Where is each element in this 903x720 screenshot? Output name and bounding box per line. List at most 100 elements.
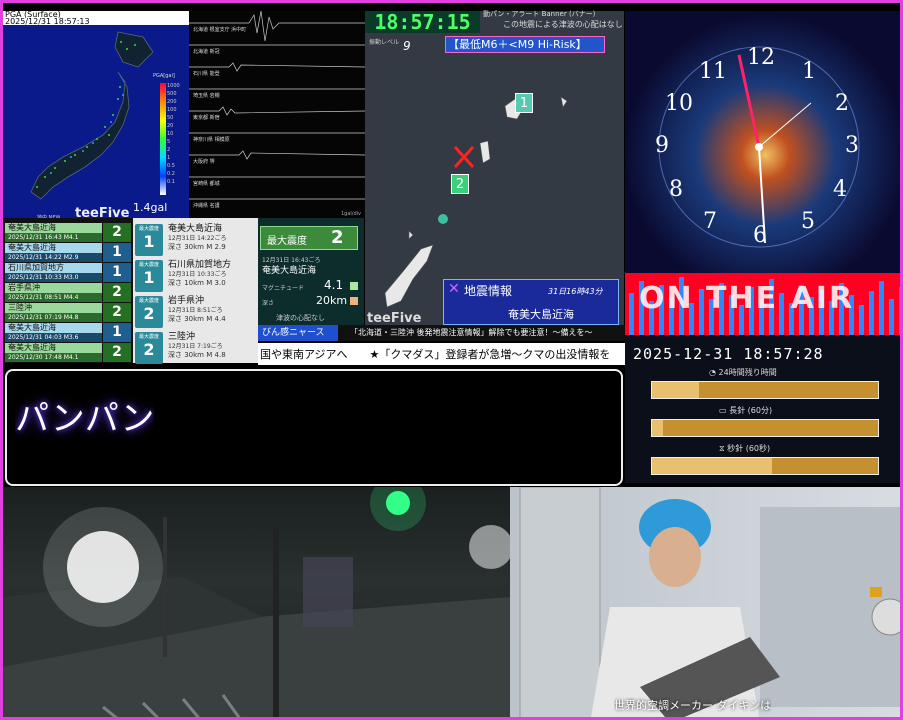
clock-number: 2 [835,91,849,116]
list-item-meta: 2025/12/30 17:48 M4.1 [5,353,102,362]
list-item-meta: 2025/12/31 04:03 M3.6 [5,333,102,342]
list-item-place: 奄美大島近海 [5,243,102,253]
detail-time: 12月31日 10:33ごろ [168,271,227,278]
list-item-meta: 2025/12/31 08:51 M4.4 [5,293,102,302]
gauge-label: ⧖ 秒針 (60秒) [719,444,771,453]
clock-number: 7 [703,209,717,234]
map-marker: 1 [515,93,533,113]
pga-scale-label: 1 [167,155,171,161]
gauge-label: ◔ 24時間残り時間 [709,368,777,377]
detail-depth-mag: 深さ 10km M 3.0 [168,279,226,287]
detail-time: 12月31日 14:22ごろ [168,235,227,242]
alert-text: 「北海道・三陸沖 後発地震注意情報」解除でも要注意！〜備えを〜 [350,328,593,337]
map-marker: 2 [451,174,469,194]
pga-scale-label: 20 [167,123,174,129]
top-label: 動パン・アラート Banner (バナー) [483,10,596,18]
pga-scale-label: 0.5 [167,163,175,169]
list-item[interactable]: 奄美大島近海 2025/12/31 04:03 M3.6 1 [5,323,133,342]
gauge-fill [652,382,700,398]
list-item-place: 奄美大島近海 [5,343,102,353]
list-item-place: 奄美大島近海 [5,323,102,333]
list-item[interactable]: 奄美大島近海 2025/12/30 17:48 M4.1 2 [5,343,133,362]
detail-depth-mag: 深さ 30km M 2.9 [168,243,226,251]
detail-shindo-box: 最大震度 1 [135,224,163,256]
waveform-station-label: 大阪府 堺 [193,159,215,165]
detail-time: 12月31日 7:19ごろ [168,343,223,350]
alert-tag: びん感ニャース [258,325,338,341]
list-item-meta: 2025/12/31 10:33 M3.0 [5,273,102,282]
street-scene [3,487,510,717]
street-camera-feed [3,487,510,717]
max-card-mag-label: マグニチュード [262,285,305,292]
max-card-depth: 20km [316,294,348,307]
broadcast-clock: 18:57:15 [365,11,480,33]
max-shindo-label: 最大震度 [267,236,307,247]
level-label: 振動レベル [369,39,400,46]
on-air-banner: ON THE AIR [625,273,900,335]
list-item-shindo: 2 [103,283,131,302]
list-item-shindo: 1 [103,263,131,282]
list-item[interactable]: 岩手県沖 2025/12/31 08:51 M4.4 2 [5,283,133,302]
clock-number: 8 [669,177,683,202]
clock-number: 9 [655,133,669,158]
list-item-place: 石川県加賀地方 [5,263,102,273]
gauge-datetime: 2025-12-31 18:57:28 [633,345,824,363]
info-time: 31日16時43分 [548,287,603,296]
list-item-shindo: 2 [103,343,131,362]
detail-shindo-box: 最大震度 2 [135,332,163,364]
detail-shindo-box: 最大震度 2 [135,296,163,328]
on-air-text: ON THE AIR [639,281,855,316]
detail-item[interactable]: 最大震度 2 三陸沖 12月31日 7:19ごろ 深さ 30km M 4.8 [135,328,255,375]
risk-banner: 【最低M6＋<M9 Hi-Risk】 [445,36,605,53]
pga-scale-label: 10 [167,131,174,137]
time-gauge-panel: 2025-12-31 18:57:28 ◔ 24時間残り時間 ▭ 長針 (60分… [625,335,900,483]
waveform-station-label: 沖縄県 名護 [193,203,220,209]
max-card-depth-label: 深さ [262,300,275,307]
list-item-shindo: 2 [103,223,131,242]
earthquake-list: 奄美大島近海 2025/12/31 16:43 M4.1 2 奄美大島近海 20… [3,218,133,363]
pga-scale-label: 1000 [167,83,180,89]
quake-info-box: ✕ 地震情報 31日16時43分 奄美大島近海 [443,279,619,325]
list-item[interactable]: 奄美大島近海 2025/12/31 16:43 M4.1 2 [5,223,133,242]
list-item-meta: 2025/12/31 16:43 M4.1 [5,233,102,242]
waveform-station-label: 埼玉県 岩槻 [193,93,220,99]
pga-map-panel: PGA (Surface) 2025/12/31 18:57:13 PGA[ga… [3,11,189,221]
list-item-meta: 2025/12/31 14:22 M2.9 [5,253,102,262]
list-item[interactable]: 奄美大島近海 2025/12/31 14:22 M2.9 1 [5,243,133,262]
pga-scale-label: 2 [167,147,171,153]
pga-scale-label: 50 [167,115,174,121]
onomatopoeia-text: パンパン [15,399,155,439]
close-x-icon: ✕ [448,281,460,297]
waveform-station-label: 石川県 能登 [193,71,220,77]
pga-scale-label: 5 [167,139,171,145]
list-item[interactable]: 石川県加賀地方 2025/12/31 10:33 M3.0 1 [5,263,133,282]
clock-number: 1 [802,59,816,84]
dashboard: PGA (Surface) 2025/12/31 18:57:13 PGA[ga… [0,0,903,720]
list-item[interactable]: 三陸沖 2025/12/31 07:19 M4.8 2 [5,303,133,322]
pga-datetime: 2025/12/31 18:57:13 [5,18,90,25]
waveform-station-label: 東京都 新宿 [193,115,220,121]
gauge-label: ▭ 長針 (60分) [719,406,773,415]
waveform-station-label: 北海道 新冠 [193,49,220,55]
waveform-station-label: 神奈川県 相模原 [193,137,230,143]
waveform-unit: 1gal/div [341,211,362,217]
pga-header: PGA (Surface) 2025/12/31 18:57:13 [3,11,189,25]
pga-scale-label: 100 [167,107,177,113]
waveform-panel: 北海道 根室支庁 浜中町 北海道 新冠 石川県 能登 埼玉県 岩槻 東京都 新宿… [189,11,365,218]
gauge-bar [651,381,879,399]
waveform-station-label: 宮崎県 都城 [193,181,220,187]
pga-scale-label: 0.2 [167,171,175,177]
list-item-place: 岩手県沖 [5,283,102,293]
gauge-bar [651,419,879,437]
clock-number: 12 [747,45,775,70]
commercial-video-feed: 世界的空調メーカー ダイキンは [510,487,900,717]
max-shindo-card: 最大震度 2 12月31日 16:43ごろ 奄美大島近海 マグニチュード 4.1… [258,218,364,338]
pga-unit-label: PGA[gal] [153,73,175,79]
gauge-bar [651,457,879,475]
max-card-mag: 4.1 [324,278,344,292]
worker-scene [519,487,900,717]
pga-scale-label: 200 [167,99,177,105]
alert-ticker: びん感ニャース 「北海道・三陸沖 後発地震注意情報」解除でも要注意！〜備えを〜 [258,325,625,341]
caption-box: パンパン [5,369,623,486]
pga-title: PGA (Surface) [5,11,61,18]
